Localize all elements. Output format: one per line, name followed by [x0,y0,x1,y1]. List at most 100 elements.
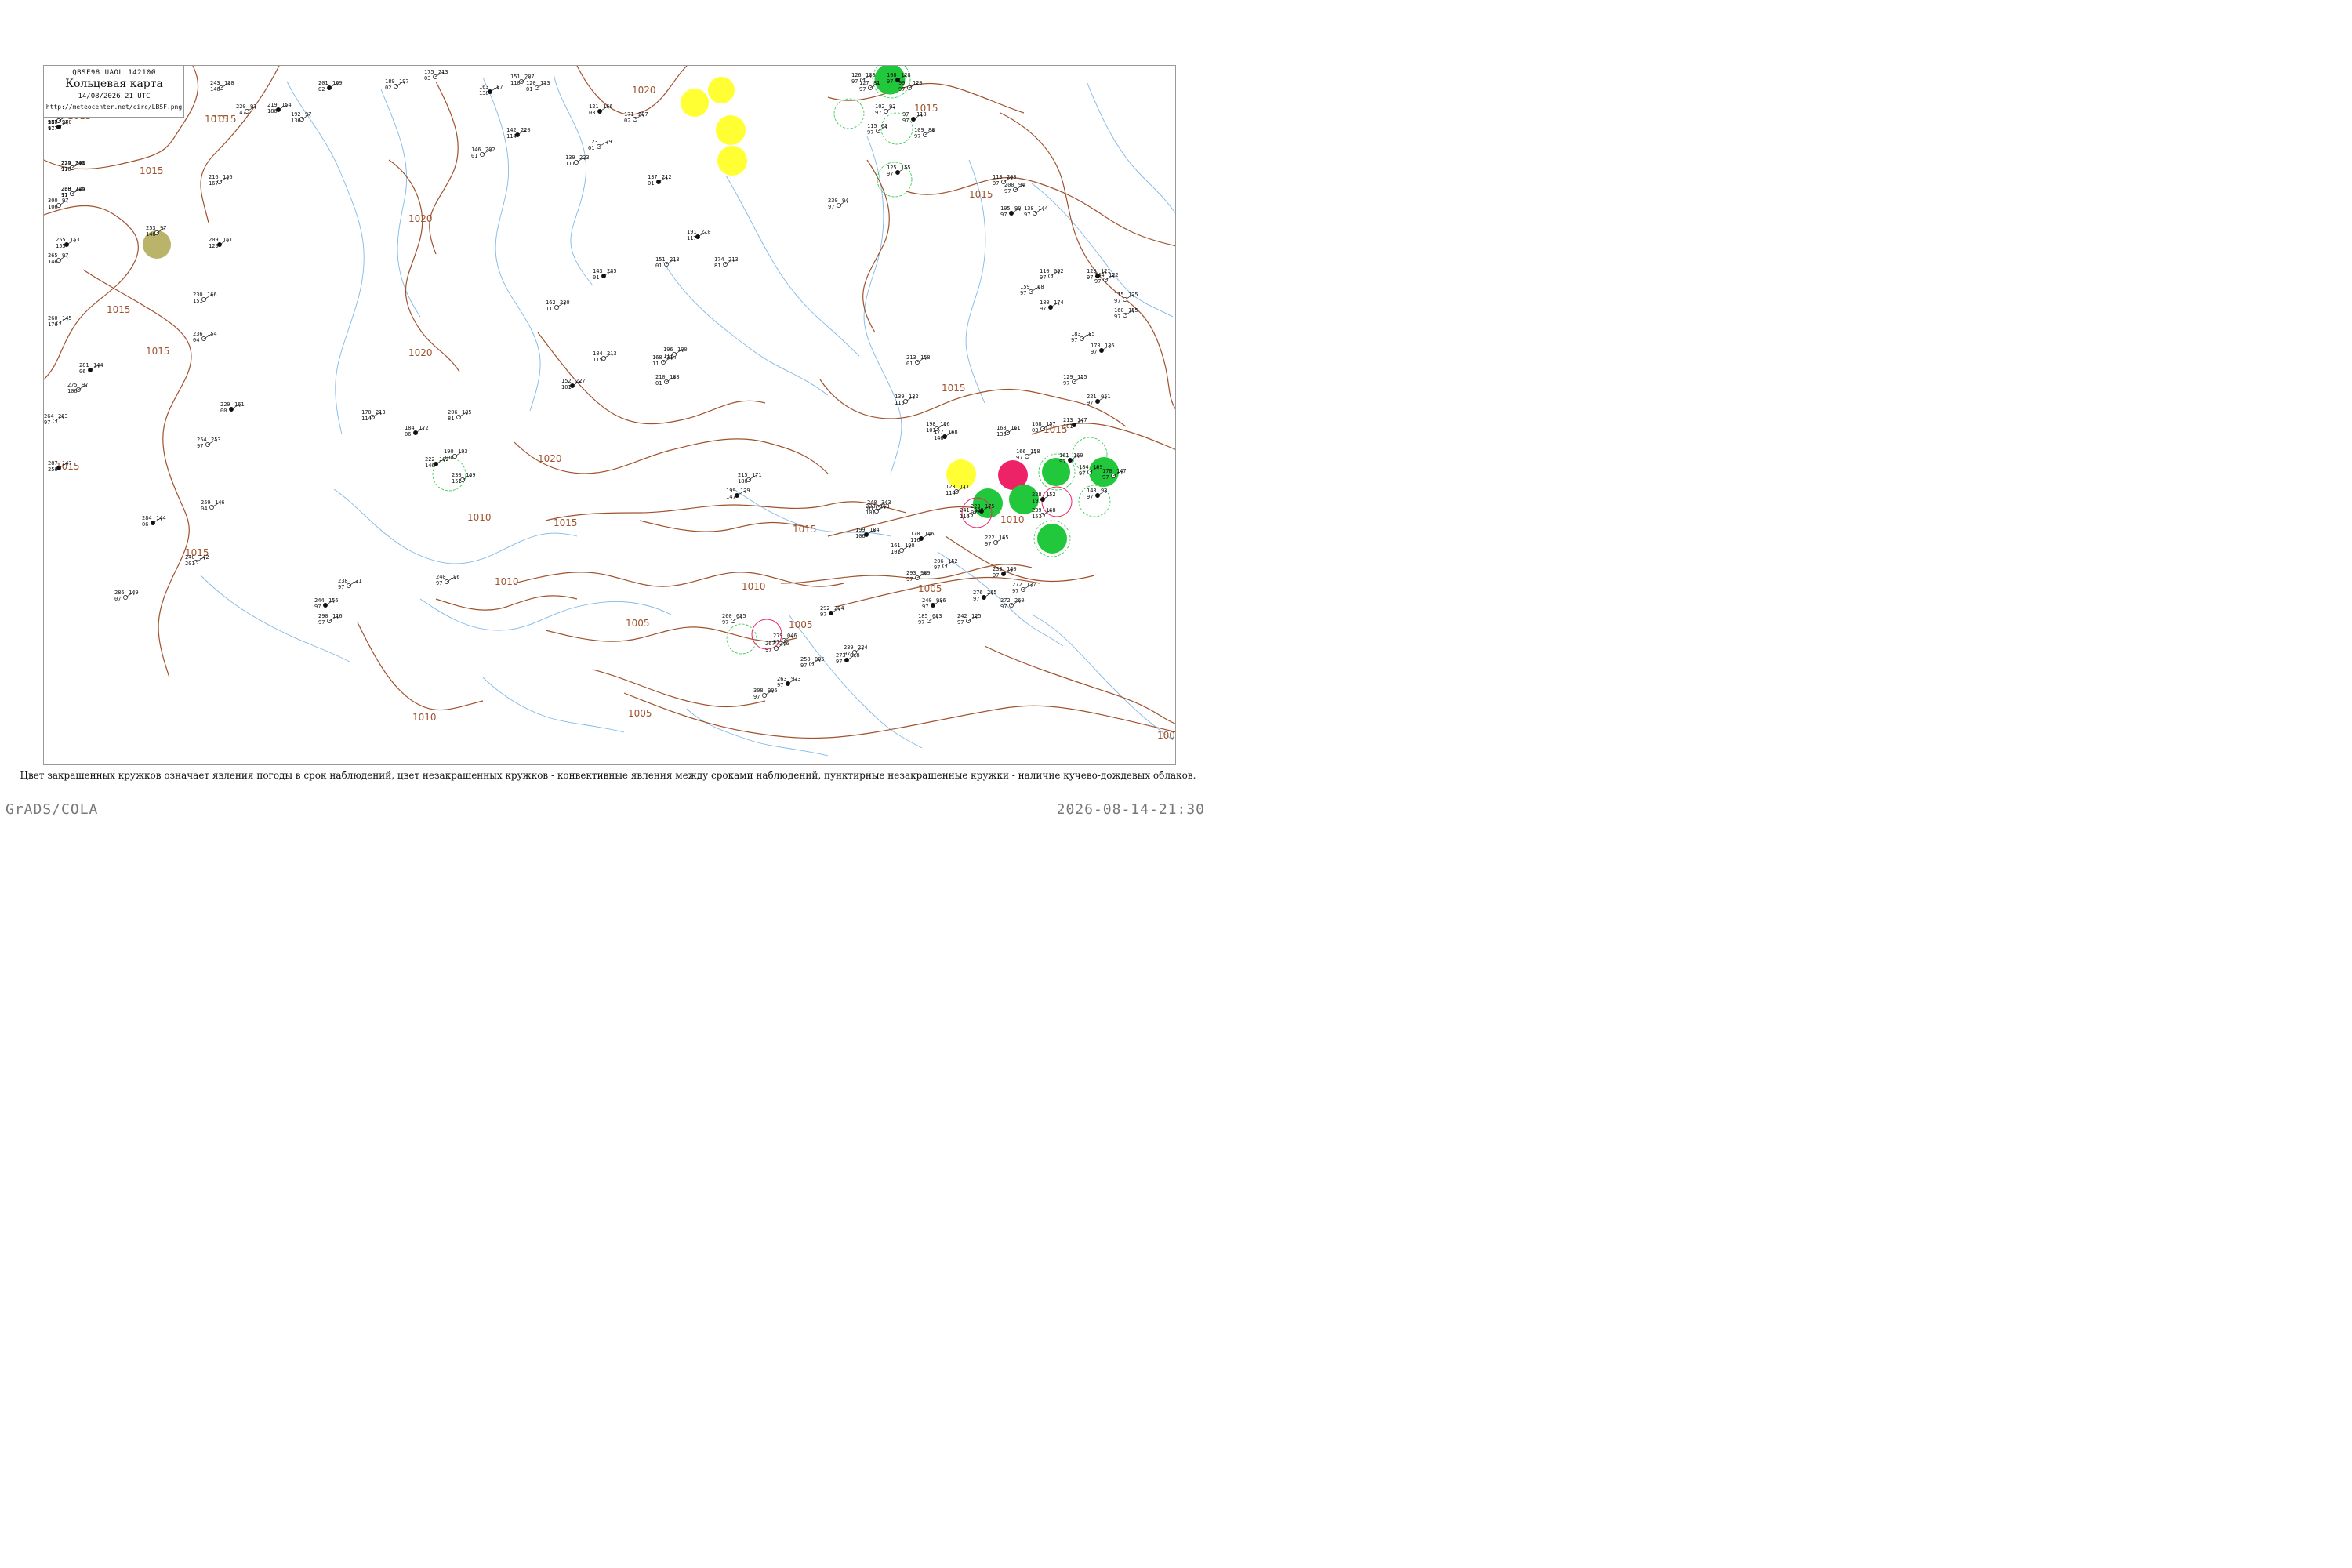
station-value: 197 [399,78,409,85]
bulletin-code: QBSF98 UAOL 14210Ø [72,69,156,77]
station-plot: 189 197 02 [385,78,409,91]
isobar-line [545,626,797,642]
station-circle [394,84,398,89]
station-value: 222 [985,535,995,541]
station-plot: 292 294 97 [820,605,844,618]
station-value: 94 [842,198,848,204]
isobar-line [862,159,890,333]
station-plot: 125 155 97 [887,165,911,177]
station-value: 151 [655,256,666,263]
station-value: 97 [1114,314,1120,320]
station-value: 120 [526,80,536,86]
station-value: 115 [593,357,603,363]
station-value: 97 [1000,212,1007,218]
isobar-line [592,669,766,708]
station-value: 97 [1114,298,1120,304]
station-value: 81 [714,263,720,269]
station-value: 118 [916,111,927,118]
station-value: 005 [815,656,825,662]
station-value: 198 [926,421,936,427]
station-circle [1095,399,1100,404]
isobar-label: 1015 [212,114,237,125]
station-value: 186 [738,478,748,485]
station-value: 170 [361,409,372,416]
station-value: 97 [922,604,928,610]
station-value: 213 [1063,417,1073,423]
station-circle [911,117,916,122]
station-circle [445,579,449,584]
station-value: 137 [648,174,658,180]
station-circle [966,619,971,623]
station-plot: 230 225 97 [61,186,85,198]
station-value: 293 [906,570,916,576]
station-plot: 213 158 01 [906,354,931,367]
station-value: 97 [1040,306,1046,312]
station-value: 92 [889,103,895,110]
station-value: 97 [820,612,826,618]
station-value: 996 [768,688,778,694]
station-value: 06 [405,431,411,437]
station-value: 186 [267,108,278,114]
station-value: 220 [521,127,531,133]
coast [333,488,578,564]
station-plot: 206 152 97 [934,558,958,571]
station-plot: 139 132 115 [895,394,919,406]
station-value: 176 [48,321,58,328]
station-value: 190 [444,448,454,455]
station-value: 206 [448,409,458,416]
isobar-label: 1020 [408,213,433,224]
station-value: 183 [1071,331,1081,337]
station-plot: 254 253 97 [197,437,221,449]
station-circle [979,509,984,514]
station-value: 213 [438,69,448,75]
station-circle [123,595,128,600]
isobar-line [545,501,907,521]
station-value: 228 [1032,492,1042,498]
station-value: 135 [996,431,1007,437]
station-plot: 284 144 06 [142,515,166,528]
station-value: 199 [726,488,736,494]
fog-circle [716,115,746,145]
station-value: 07 [114,596,121,602]
station-plot: 163 187 138 [479,84,503,96]
station-value: 256 [48,466,58,473]
station-plot: 230 94 97 [828,198,848,210]
station-value: 97 [844,651,850,657]
station-value: 97 [993,180,999,187]
station-value: 81 [873,80,880,86]
isobar-label: 1010 [1000,514,1025,525]
station-value: 168 [1046,507,1056,514]
station-value: 102 [875,103,885,110]
station-value: 258 [800,656,811,662]
station-circle [88,368,93,372]
station-circle [597,109,602,114]
station-value: 90 [1014,205,1021,212]
station-value: 265 [48,252,58,259]
station-value: 146 [210,86,220,93]
station-value: 155 [1128,307,1138,314]
station-value: 156 [328,597,339,604]
station-plot: 263 973 97 [777,676,801,688]
station-plot: 230 166 151 [193,292,217,304]
footnote: Цвет закрашенных кружков означает явлени… [20,770,1196,781]
rain-circle [1037,524,1067,554]
source-url[interactable]: http://meteocenter.net/circ/LBSF.png [44,103,184,111]
station-plot: 221 051 97 [1087,394,1111,406]
station-circle [323,603,328,608]
station-plot: 170 213 114 [361,409,386,422]
station-circle [664,262,669,267]
station-circle [1009,603,1014,608]
station-circle [1099,348,1104,353]
station-value: 97 [1079,470,1085,477]
station-value: 97 [898,86,905,93]
station-plot: 240 196 97 [436,574,460,586]
station-plot: 209 161 129 [209,237,233,249]
station-value: 166 [207,292,217,298]
station-plot: 152 227101 [561,378,586,390]
station-value: 222 [425,456,435,463]
station-plot: 290 116 97 [318,613,343,626]
map-legend: QBSF98 UAOL 14210Ø Кольцевая карта 14/08… [44,66,184,118]
isobar-label: 1015 [107,304,131,315]
software-label: GrADS/COLA [5,801,99,818]
station-value: 051 [1101,394,1111,400]
